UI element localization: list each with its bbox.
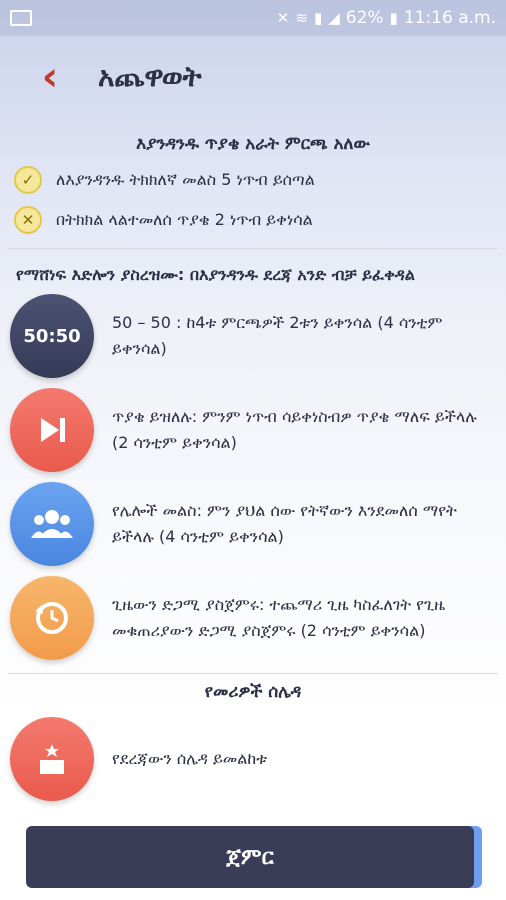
x-circle-icon: ✕ bbox=[14, 206, 42, 234]
app-header: ‹ አጨዋወት bbox=[0, 36, 506, 118]
battery-percent: 62% bbox=[345, 8, 384, 28]
lifeline-skip: ጥያቄ ይዝለሉ: ምንም ነጥብ ሳይቀነስብዎ ጥያቄ ማለፍ ይችላሉ (… bbox=[0, 383, 506, 477]
wifi-icon: ≋ bbox=[295, 9, 308, 27]
rules-heading: እያንዳንዱ ጥያቄ አራት ምርጫ አለው bbox=[136, 134, 370, 154]
timer-icon bbox=[10, 576, 94, 660]
signal-icon: ◢ bbox=[328, 9, 340, 27]
back-button[interactable]: ‹ bbox=[20, 47, 80, 107]
battery-icon: ▮ bbox=[389, 9, 398, 27]
lifeline-5050: 50:50 50 – 50 : ከ4ቱ ምርጫዎች 2ቱን ይቀንሳል (4 ሳ… bbox=[0, 289, 506, 383]
lifeline-audience-text: የሌሎች መልስ: ምን ያህል ሰው የትኛውን እንደመለሰ ማየት ይችላ… bbox=[112, 501, 457, 546]
divider bbox=[8, 248, 498, 249]
content: እያንዳንዱ ጥያቄ አራት ምርጫ አለው ✓ ለእያንዳንዱ ትክክለኛ መ… bbox=[0, 118, 506, 806]
check-circle-icon: ✓ bbox=[14, 166, 42, 194]
sim-icon: ▮ bbox=[313, 9, 323, 27]
image-notification-icon bbox=[10, 10, 32, 26]
leaderboard-heading: የመሪዎች ሰሌዳ bbox=[204, 682, 302, 702]
start-button[interactable]: ጀምር bbox=[26, 826, 474, 888]
rule-wrong-text: በትክክል ላልተመለሰ ጥያቄ 2 ነጥብ ይቀነሳል bbox=[56, 210, 313, 229]
fifty-fifty-icon: 50:50 bbox=[10, 294, 94, 378]
lifeline-skip-text: ጥያቄ ይዝለሉ: ምንም ነጥብ ሳይቀነስብዎ ጥያቄ ማለፍ ይችላሉ (… bbox=[112, 407, 477, 452]
page-title: አጨዋወት bbox=[98, 60, 202, 93]
chevron-left-icon: ‹ bbox=[41, 54, 59, 100]
rule-wrong: ✕ በትክክል ላልተመለሰ ጥያቄ 2 ነጥብ ይቀነሳል bbox=[0, 200, 506, 240]
lifeline-5050-text: 50 – 50 : ከ4ቱ ምርጫዎች 2ቱን ይቀንሳል (4 ሳንቲም ይቀ… bbox=[112, 313, 443, 358]
rule-correct-text: ለእያንዳንዱ ትክክለኛ መልስ 5 ነጥብ ይሰጣል bbox=[56, 170, 315, 189]
clock: 11:16 a.m. bbox=[403, 8, 496, 28]
mute-icon: ✕ bbox=[276, 9, 290, 27]
leaderboard-text: የደረጃውን ሰሌዳ ይመልከቱ bbox=[112, 749, 268, 768]
leaderboard-row[interactable]: የደረጃውን ሰሌዳ ይመልከቱ bbox=[0, 712, 506, 806]
lifelines-heading: የማሸነፍ እድሎን ያስረዝሙ: በእያንዳንዱ ደረጃ አንድ ብቻ ይፈቀ… bbox=[16, 265, 415, 284]
audience-icon bbox=[10, 482, 94, 566]
rule-correct: ✓ ለእያንዳንዱ ትክክለኛ መልስ 5 ነጥብ ይሰጣል bbox=[0, 160, 506, 200]
divider bbox=[8, 673, 498, 674]
skip-icon bbox=[10, 388, 94, 472]
fifty-fifty-label: 50:50 bbox=[23, 325, 81, 347]
podium-icon bbox=[10, 717, 94, 801]
status-bar: ✕ ≋ ▮ ◢ 62% ▮ 11:16 a.m. bbox=[0, 0, 506, 36]
lifeline-timer-text: ጊዜውን ድጋሚ ያስጀምሩ: ተጨማሪ ጊዜ ካስፈለገት የጊዜ መቁጠሪያ… bbox=[112, 595, 446, 640]
lifeline-timer: ጊዜውን ድጋሚ ያስጀምሩ: ተጨማሪ ጊዜ ካስፈለገት የጊዜ መቁጠሪያ… bbox=[0, 571, 506, 665]
lifeline-audience: የሌሎች መልስ: ምን ያህል ሰው የትኛውን እንደመለሰ ማየት ይችላ… bbox=[0, 477, 506, 571]
